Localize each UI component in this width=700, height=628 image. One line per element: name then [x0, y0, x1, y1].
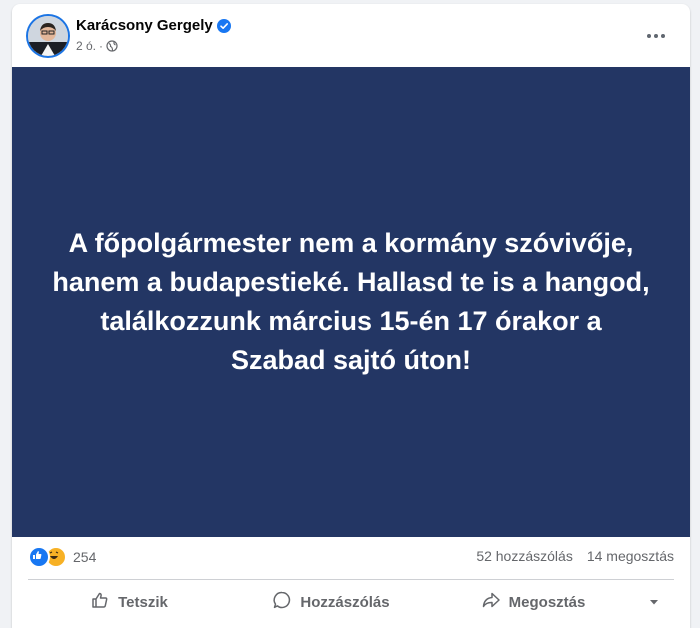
profile-photo-icon — [28, 16, 68, 56]
post-meta: 2 ó. · — [76, 39, 118, 53]
caret-down-icon — [650, 600, 658, 605]
comment-count[interactable]: 52 hozzászólás — [476, 548, 573, 564]
share-count[interactable]: 14 megosztás — [587, 548, 674, 564]
post-image[interactable]: A főpolgármester nem a kormány szóvivője… — [12, 67, 690, 537]
more-dots-icon — [647, 34, 665, 38]
share-button[interactable]: Megosztás — [432, 584, 634, 620]
comment-label: Hozzászólás — [300, 593, 390, 611]
reactions-summary[interactable]: 254 — [28, 546, 96, 568]
audience-dropdown[interactable] — [634, 596, 674, 608]
comment-bubble-icon — [272, 590, 292, 614]
globe-icon — [106, 40, 118, 52]
divider — [28, 579, 674, 580]
author: Karácsony Gergely — [76, 17, 231, 34]
engagement-counts: 52 hozzászólás 14 megosztás — [476, 548, 674, 564]
post-image-text: A főpolgármester nem a kormány szóvivője… — [52, 228, 650, 375]
more-options-button[interactable] — [638, 24, 674, 48]
post-stats: 254 52 hozzászólás 14 megosztás — [12, 546, 690, 570]
share-arrow-icon — [481, 590, 501, 614]
meta-separator: · — [99, 39, 104, 53]
author-name[interactable]: Karácsony Gergely — [76, 17, 213, 34]
share-label: Megosztás — [508, 593, 586, 611]
like-button[interactable]: Tetszik — [28, 584, 230, 620]
post-timestamp[interactable]: 2 ó. — [76, 39, 96, 53]
like-icon — [28, 546, 50, 568]
thumbs-up-icon — [90, 590, 110, 614]
reaction-count: 254 — [73, 549, 97, 565]
action-bar: Tetszik Hozzászólás Megosztás — [28, 584, 674, 620]
like-label: Tetszik — [118, 593, 168, 611]
comment-button[interactable]: Hozzászólás — [230, 584, 432, 620]
verified-badge-icon — [216, 18, 231, 33]
post-header: Karácsony Gergely 2 ó. · — [12, 4, 690, 67]
post-card: Karácsony Gergely 2 ó. · A főpolgármeste… — [12, 4, 690, 628]
avatar[interactable] — [28, 16, 68, 56]
